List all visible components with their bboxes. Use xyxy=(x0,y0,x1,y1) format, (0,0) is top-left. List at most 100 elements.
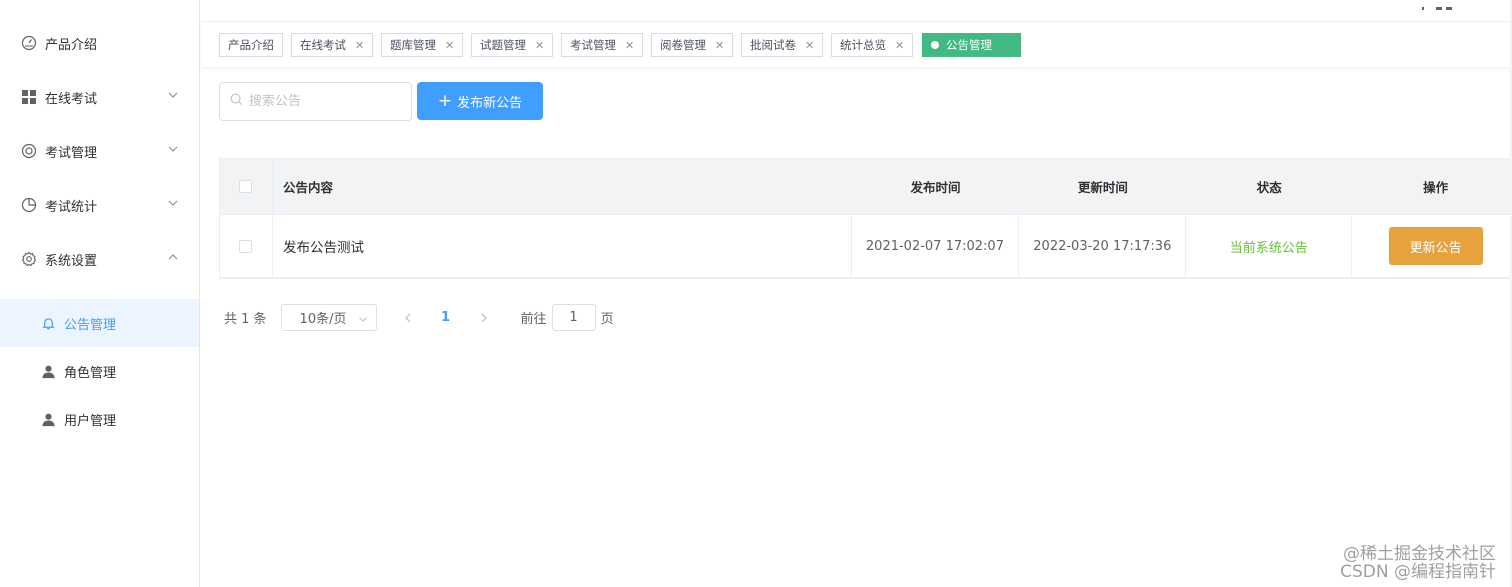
publish-notice-label: 发布新公告 xyxy=(457,95,523,111)
select-all-checkbox[interactable] xyxy=(239,180,253,193)
tag-product-intro[interactable]: 产品介绍 xyxy=(219,33,283,57)
prev-page-button[interactable] xyxy=(393,304,423,331)
chevron-right-icon xyxy=(481,313,487,322)
watermark: @稀土掘金技术社区 CSDN @编程指南针 xyxy=(1340,545,1496,581)
chevron-down-icon xyxy=(167,89,181,103)
dashboard-icon xyxy=(20,34,38,52)
tag-review-papers[interactable]: 批阅试卷 ✕ xyxy=(741,33,824,57)
active-dot-icon xyxy=(931,41,939,49)
tag-label: 阅卷管理 xyxy=(660,38,706,52)
search-box[interactable] xyxy=(219,82,412,121)
user-icon xyxy=(40,363,56,379)
header-status[interactable]: 状态 xyxy=(1186,159,1352,214)
tag-notice-manage[interactable]: 公告管理 xyxy=(922,33,1021,57)
watermark-line-1: @稀土掘金技术社区 xyxy=(1343,544,1496,564)
goto-page-input[interactable] xyxy=(551,304,596,331)
pagination-total: 共 1 条 xyxy=(224,312,267,327)
sidebar-item-label: 考试管理 xyxy=(45,145,98,161)
sidebar-item-label: 在线考试 xyxy=(45,91,98,107)
close-icon[interactable]: ✕ xyxy=(535,39,544,52)
tags-view: 产品介绍 在线考试 ✕ 题库管理 ✕ 试题管理 ✕ 考试管理 ✕ 阅卷管理 ✕ … xyxy=(201,23,1512,67)
tag-question-bank[interactable]: 题库管理 ✕ xyxy=(381,33,464,57)
chevron-left-icon xyxy=(404,313,411,322)
tag-stats-overview[interactable]: 统计总览 ✕ xyxy=(831,33,914,57)
tag-grading-manage[interactable]: 阅卷管理 ✕ xyxy=(651,33,734,57)
header-actions: 操作 xyxy=(1423,180,1449,195)
next-page-button[interactable] xyxy=(469,304,499,331)
user-icon xyxy=(40,411,56,427)
status-cell: 当前系统公告 xyxy=(1186,215,1353,277)
status-badge: 当前系统公告 xyxy=(1229,240,1308,256)
chevron-down-icon xyxy=(358,313,368,323)
chevron-down-icon xyxy=(167,197,181,211)
search-input[interactable] xyxy=(249,94,399,109)
update-time: 2022-03-20 17:17:36 xyxy=(1019,215,1187,277)
sidebar-item-notice-manage[interactable]: 公告管理 xyxy=(0,299,199,347)
lifebuoy-icon xyxy=(20,142,38,160)
plus-icon: + xyxy=(437,90,453,111)
sidebar-item-label: 角色管理 xyxy=(64,365,117,381)
tag-question-manage[interactable]: 试题管理 ✕ xyxy=(471,33,554,57)
chevron-up-icon xyxy=(167,251,181,265)
search-icon xyxy=(230,93,243,110)
grid-icon xyxy=(20,88,38,106)
actions-cell: 更新公告 xyxy=(1352,215,1512,277)
close-icon[interactable]: ✕ xyxy=(715,39,724,52)
publish-notice-button[interactable]: + 发布新公告 xyxy=(417,82,543,120)
sidebar-item-label: 公告管理 xyxy=(64,317,117,333)
sidebar-item-role-manage[interactable]: 角色管理 xyxy=(0,347,199,395)
tag-label: 题库管理 xyxy=(390,38,436,52)
sidebar-item-label: 系统设置 xyxy=(45,253,98,269)
tag-label: 产品介绍 xyxy=(228,38,274,52)
tag-label: 试题管理 xyxy=(480,38,526,52)
update-notice-button[interactable]: 更新公告 xyxy=(1388,227,1483,265)
tag-exam-manage[interactable]: 考试管理 ✕ xyxy=(561,33,644,57)
sidebar-item-label: 用户管理 xyxy=(64,413,117,429)
tag-label: 在线考试 xyxy=(300,38,346,52)
pagination: 共 1 条 10条/页 1 前往 页 xyxy=(224,304,614,331)
pie-chart-icon xyxy=(20,196,38,214)
sidebar-item-online-exam[interactable]: 在线考试 xyxy=(0,70,199,124)
row-checkbox[interactable] xyxy=(239,239,253,253)
bell-icon xyxy=(40,315,56,331)
header-bar xyxy=(201,0,1512,22)
tag-online-exam[interactable]: 在线考试 ✕ xyxy=(291,33,374,57)
tag-label: 公告管理 xyxy=(946,38,992,52)
tag-label: 批阅试卷 xyxy=(750,38,796,52)
page-number-1[interactable]: 1 xyxy=(423,304,469,331)
close-icon[interactable]: ✕ xyxy=(355,39,364,52)
goto-prefix: 前往 xyxy=(520,312,547,327)
sidebar-item-user-manage[interactable]: 用户管理 xyxy=(0,395,199,443)
table-row: 发布公告测试 2021-02-07 17:02:07 2022-03-20 17… xyxy=(220,215,1512,278)
page-jumper: 前往 页 xyxy=(521,304,614,331)
close-icon[interactable]: ✕ xyxy=(805,39,814,52)
sidebar-item-label: 考试统计 xyxy=(45,199,98,215)
close-icon[interactable]: ✕ xyxy=(445,39,454,52)
notice-content: 发布公告测试 xyxy=(273,215,852,277)
goto-suffix: 页 xyxy=(600,312,614,327)
notice-table: 公告内容 发布时间 更新时间 状态 操作 发布公告测试 2021-02-07 1… xyxy=(219,158,1512,279)
header-icons xyxy=(1422,0,1462,10)
sidebar-item-system-settings[interactable]: 系统设置 xyxy=(0,232,199,286)
gear-icon xyxy=(20,250,38,268)
sidebar-item-label: 产品介绍 xyxy=(45,37,98,53)
page-size-value: 10条/页 xyxy=(299,312,347,327)
header-update-time[interactable]: 更新时间 xyxy=(1019,159,1186,214)
select-all-cell xyxy=(220,159,273,214)
sidebar-item-exam-manage[interactable]: 考试管理 xyxy=(0,124,199,178)
sidebar: 产品介绍 在线考试 考试管理 考试统计 系统设置 公告管理 角色管理 用户管理 xyxy=(0,0,200,587)
chevron-down-icon xyxy=(167,143,181,157)
row-select-cell xyxy=(220,215,273,277)
tag-label: 统计总览 xyxy=(840,38,886,52)
watermark-line-2: CSDN @编程指南针 xyxy=(1340,562,1496,582)
publish-time: 2021-02-07 17:02:07 xyxy=(852,215,1020,277)
header-content[interactable]: 公告内容 xyxy=(273,159,852,214)
page-size-select[interactable]: 10条/页 xyxy=(280,304,377,331)
sidebar-item-exam-stats[interactable]: 考试统计 xyxy=(0,178,199,232)
close-icon[interactable]: ✕ xyxy=(625,39,634,52)
tag-label: 考试管理 xyxy=(570,38,616,52)
close-icon[interactable]: ✕ xyxy=(895,39,904,52)
sidebar-item-product-intro[interactable]: 产品介绍 xyxy=(0,16,199,70)
table-header: 公告内容 发布时间 更新时间 状态 操作 xyxy=(220,159,1512,215)
header-publish-time[interactable]: 发布时间 xyxy=(852,159,1020,214)
